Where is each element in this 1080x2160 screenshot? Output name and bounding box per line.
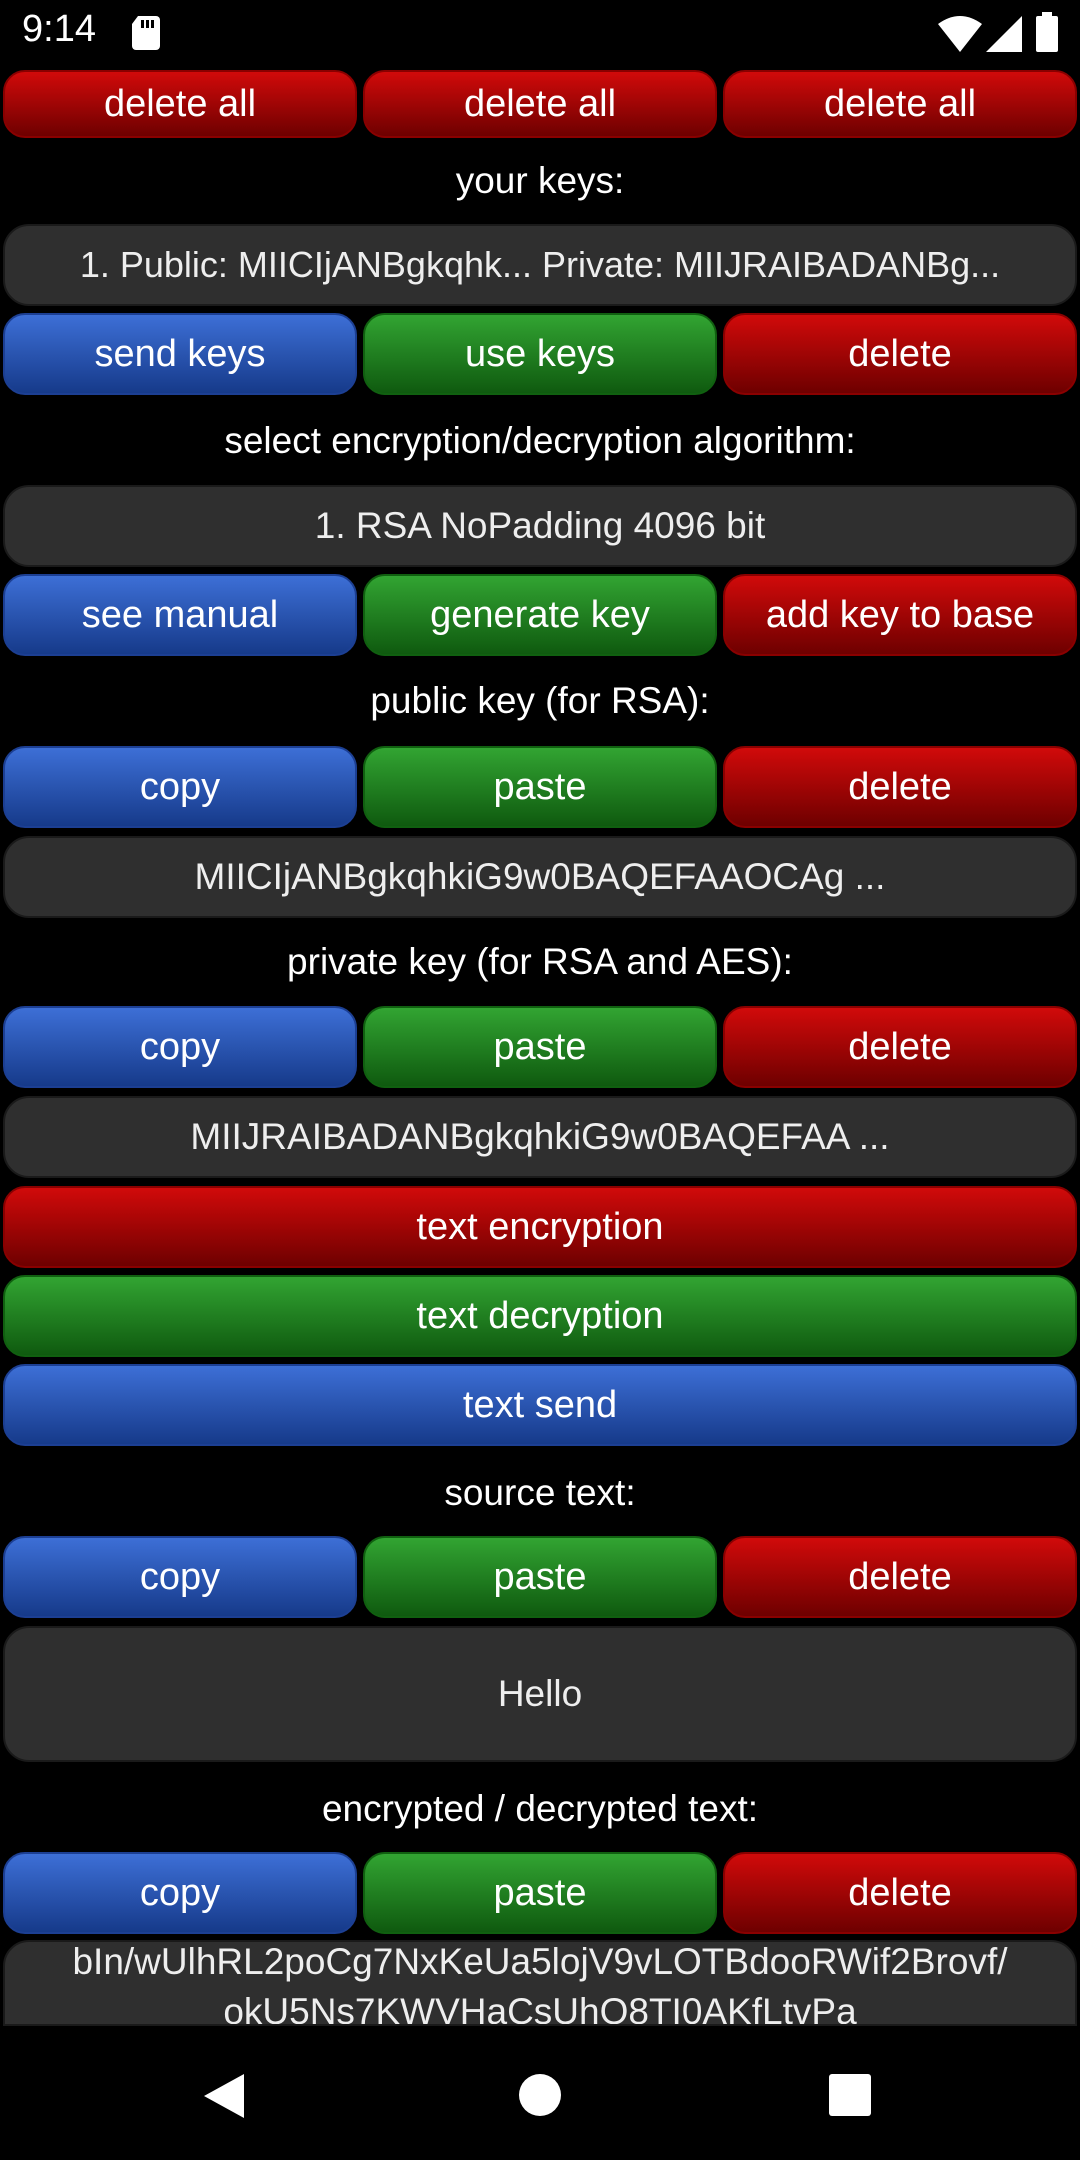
home-icon[interactable] bbox=[518, 2073, 562, 2117]
source-text-label: source text: bbox=[444, 1472, 636, 1513]
add-key-to-base-button[interactable]: add key to base bbox=[723, 574, 1077, 656]
output-text-label: encrypted / decrypted text: bbox=[321, 1788, 758, 1829]
private-key-field[interactable]: MIIJRAIBADANBgkqhkiG9w0BAQEFAA ... bbox=[3, 1096, 1077, 1178]
keys-selector[interactable]: 1. Public: MIICIjANBgkqhk... Private: MI… bbox=[3, 224, 1077, 306]
public-key-paste-button[interactable]: paste bbox=[363, 746, 717, 828]
private-key-label: private key (for RSA and AES): bbox=[287, 941, 793, 982]
output-text-line-1: bIn/wUlhRL2poCg7NxKeUa5lojV9vLOTBdooRWif… bbox=[72, 1941, 1008, 1982]
source-paste-button[interactable]: paste bbox=[363, 1536, 717, 1618]
output-delete-button[interactable]: delete bbox=[723, 1852, 1077, 1934]
source-copy-button[interactable]: copy bbox=[3, 1536, 357, 1618]
source-text-field[interactable]: Hello bbox=[3, 1626, 1077, 1762]
private-key-paste-button[interactable]: paste bbox=[363, 1006, 717, 1088]
public-key-label: public key (for RSA): bbox=[370, 680, 710, 721]
algorithm-label: select encryption/decryption algorithm: bbox=[224, 420, 856, 461]
text-send-button[interactable]: text send bbox=[3, 1364, 1077, 1446]
output-text-field[interactable]: bIn/wUlhRL2poCg7NxKeUa5lojV9vLOTBdooRWif… bbox=[3, 1940, 1077, 2026]
output-paste-button[interactable]: paste bbox=[363, 1852, 717, 1934]
delete-all-button-2[interactable]: delete all bbox=[363, 70, 717, 138]
private-key-delete-button[interactable]: delete bbox=[723, 1006, 1077, 1088]
your-keys-label: your keys: bbox=[455, 160, 625, 201]
delete-key-button[interactable]: delete bbox=[723, 313, 1077, 395]
generate-key-button[interactable]: generate key bbox=[363, 574, 717, 656]
delete-all-button-1[interactable]: delete all bbox=[3, 70, 357, 138]
battery-icon bbox=[1036, 12, 1058, 52]
status-bar: 9:14 bbox=[0, 0, 1080, 66]
public-key-delete-button[interactable]: delete bbox=[723, 746, 1077, 828]
text-decryption-button[interactable]: text decryption bbox=[3, 1275, 1077, 1357]
use-keys-button[interactable]: use keys bbox=[363, 313, 717, 395]
public-key-field[interactable]: MIICIjANBgkqhkiG9w0BAQEFAAOCAg ... bbox=[3, 836, 1077, 918]
see-manual-button[interactable]: see manual bbox=[3, 574, 357, 656]
send-keys-button[interactable]: send keys bbox=[3, 313, 357, 395]
signal-icon bbox=[986, 16, 1022, 52]
output-copy-button[interactable]: copy bbox=[3, 1852, 357, 1934]
back-icon[interactable] bbox=[200, 2072, 248, 2120]
sd-card-icon bbox=[132, 16, 160, 50]
delete-all-button-3[interactable]: delete all bbox=[723, 70, 1077, 138]
source-delete-button[interactable]: delete bbox=[723, 1536, 1077, 1618]
output-text-line-2: okU5Ns7KWVHaCsUhO8TI0AKfLtvPa bbox=[223, 1991, 857, 2026]
private-key-copy-button[interactable]: copy bbox=[3, 1006, 357, 1088]
algorithm-selector[interactable]: 1. RSA NoPadding 4096 bit bbox=[3, 485, 1077, 567]
public-key-copy-button[interactable]: copy bbox=[3, 746, 357, 828]
status-time: 9:14 bbox=[22, 8, 96, 50]
recents-icon[interactable] bbox=[828, 2073, 872, 2117]
wifi-icon bbox=[938, 16, 982, 52]
text-encryption-button[interactable]: text encryption bbox=[3, 1186, 1077, 1268]
